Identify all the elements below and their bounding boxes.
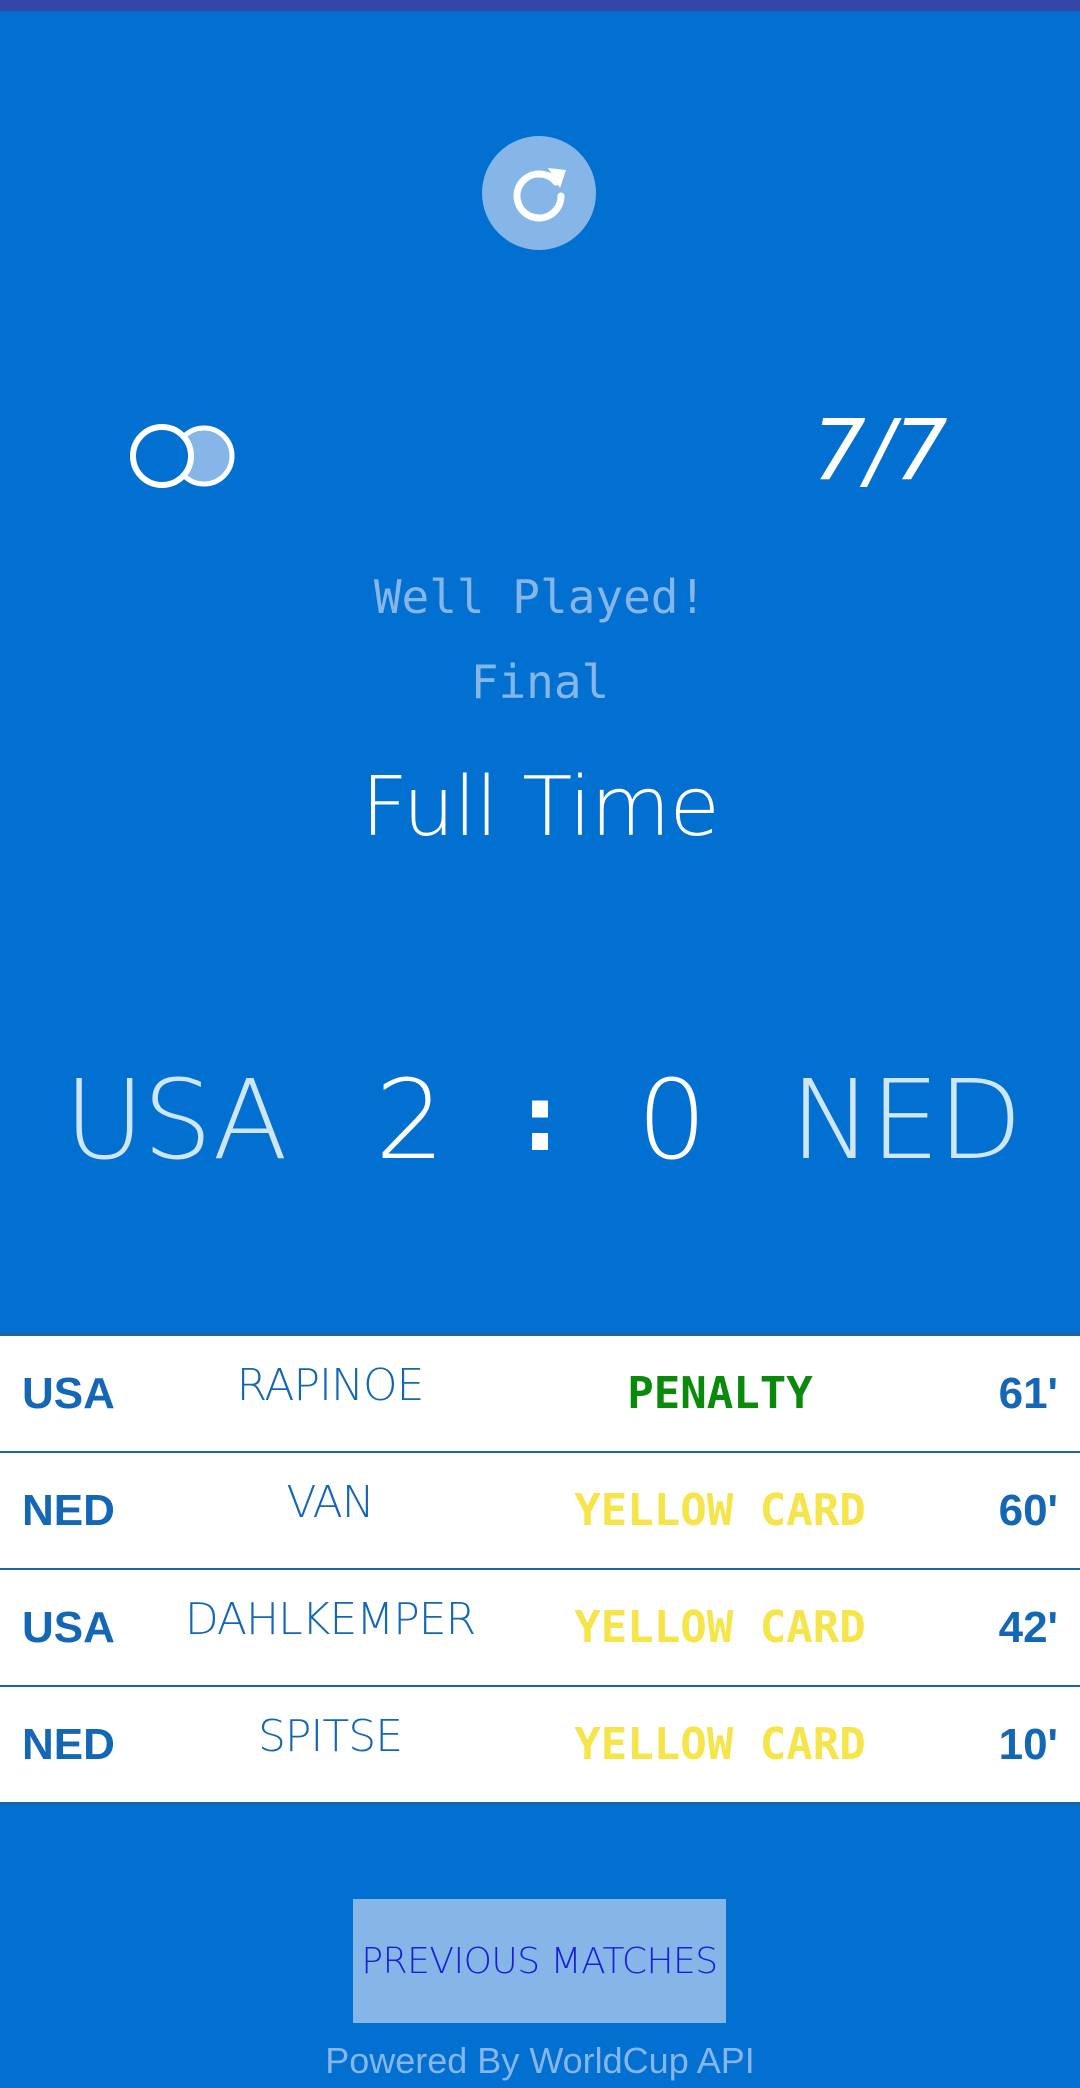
away-team: NED: [790, 1056, 1023, 1184]
match-message: Well Played!: [373, 570, 707, 624]
status-bar-strip: [0, 0, 1080, 11]
refresh-icon: [513, 168, 566, 222]
event-player: DAHLKEMPER: [184, 1594, 476, 1645]
match-status: Full Time: [361, 760, 720, 855]
event-team: NED: [22, 1486, 115, 1535]
event-team: NED: [22, 1720, 115, 1769]
event-team: USA: [22, 1369, 115, 1418]
event-minute: 10': [998, 1720, 1058, 1769]
cloudy-icon: [130, 424, 235, 488]
event-type: YELLOW CARD: [574, 1485, 866, 1536]
event-row: NED SPITSE YELLOW CARD 10': [0, 1687, 1080, 1802]
event-row: USA DAHLKEMPER YELLOW CARD 42': [0, 1570, 1080, 1687]
event-player: RAPINOE: [236, 1360, 425, 1411]
match-date: 7/7: [812, 401, 948, 499]
event-row: NED VAN YELLOW CARD 60': [0, 1453, 1080, 1570]
event-minute: 42': [998, 1603, 1058, 1652]
event-row: USA RAPINOE PENALTY 61': [0, 1336, 1080, 1453]
previous-matches-button[interactable]: PREVIOUS MATCHES: [353, 1899, 726, 2023]
event-minute: 60': [998, 1486, 1058, 1535]
event-minute: 61': [998, 1369, 1058, 1418]
powered-by-footer: Powered By WorldCup API: [325, 2040, 755, 2081]
scoreboard: USA 2 : 0 NED: [0, 1050, 1080, 1190]
refresh-button[interactable]: [482, 136, 596, 250]
event-player: SPITSE: [257, 1711, 403, 1762]
event-team: USA: [22, 1603, 115, 1652]
score-separator: :: [522, 1067, 558, 1172]
event-type: YELLOW CARD: [574, 1602, 866, 1653]
event-player: VAN: [286, 1477, 374, 1528]
event-type: YELLOW CARD: [574, 1719, 866, 1770]
home-team: USA: [64, 1056, 288, 1184]
event-type: PENALTY: [627, 1368, 813, 1419]
away-goals: 0: [637, 1056, 707, 1184]
match-stage: Final: [470, 655, 610, 709]
home-goals: 2: [375, 1056, 445, 1184]
match-events-list: USA RAPINOE PENALTY 61' NED VAN YELLOW C…: [0, 1332, 1080, 1805]
